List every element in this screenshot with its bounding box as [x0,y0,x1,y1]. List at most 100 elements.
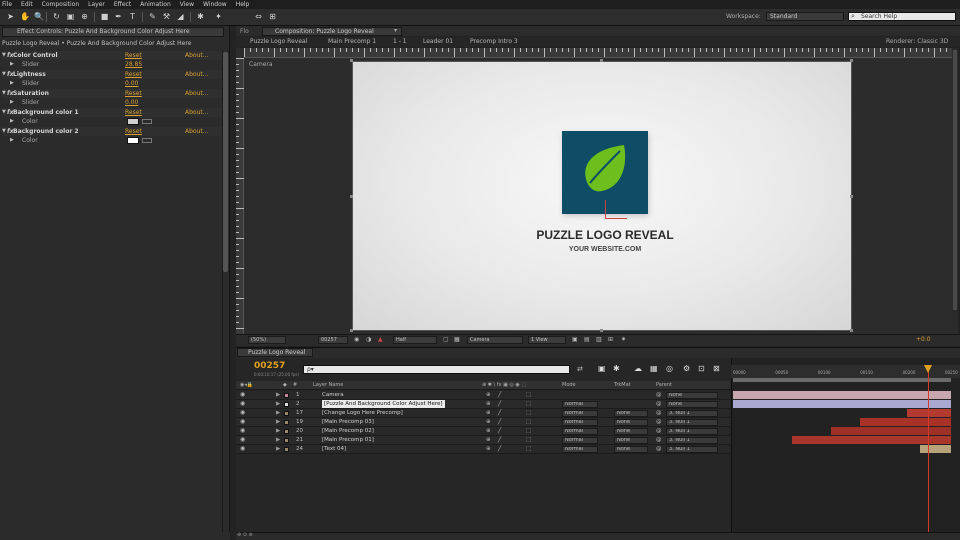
layer-duration-bar[interactable] [919,445,951,453]
blend-mode-dropdown[interactable]: Normal [562,446,598,453]
current-time-display[interactable]: 00257 [318,336,348,344]
blend-mode-dropdown[interactable]: Normal [562,401,598,408]
twirl-down-icon[interactable]: ▼ [2,127,6,136]
twirl-right-icon[interactable]: ▶ [276,427,280,435]
timeline-icon[interactable]: ▥ [596,336,602,343]
graph-editor-toggle-icon[interactable]: ⊠ [713,364,720,373]
blend-mode-dropdown[interactable]: Normal [562,428,598,435]
twirl-right-icon[interactable]: ▶ [276,418,280,426]
layer-handle[interactable] [350,329,353,332]
eye-icon[interactable]: ◉ [240,436,245,444]
quality-switch-icon[interactable]: ╱ [498,436,501,444]
composition-breadcrumb-item[interactable]: Puzzle Logo Reveal [250,38,307,46]
twirl-right-icon[interactable]: ▶ [276,409,280,417]
about-link[interactable]: About... [185,89,208,98]
about-link[interactable]: About... [185,108,208,117]
layer-name[interactable]: Camera [322,391,344,399]
color-channel-icon[interactable]: ▲ [378,336,383,343]
shy-switch-icon[interactable]: ⊕ [486,400,491,408]
layer-row[interactable]: ◉ ▶ 21 [Main Precomp 01] ⊕ ╱ ⬚ Normal None @3. Nu… [236,436,730,445]
label-swatch[interactable] [284,447,289,452]
shy-switch-icon[interactable]: ⊕ [486,409,491,417]
layer-name[interactable]: [Main Precomp 01] [322,436,374,444]
pick-whip-icon[interactable]: @ [656,445,662,453]
menu-animation[interactable]: Animation [140,1,171,8]
text-tool-icon[interactable]: T [128,12,137,21]
about-link[interactable]: About... [185,70,208,79]
track-matte-dropdown[interactable]: None [614,428,648,435]
about-link[interactable]: About... [185,51,208,60]
color-swatch[interactable] [127,137,139,144]
current-time-indicator[interactable] [928,366,929,540]
quality-switch-icon[interactable]: ╱ [498,400,501,408]
effect-row[interactable]: ▼ fx Saturation Reset About... [2,89,222,98]
viewer-scroll-thumb[interactable] [953,50,957,310]
pick-whip-icon[interactable]: @ [656,427,662,435]
track-matte-dropdown[interactable]: None [614,410,648,417]
3d-layer-switch-icon[interactable]: ⬚ [526,400,531,408]
layer-handle[interactable] [600,59,603,62]
layer-row[interactable]: ◉ ▶ 1 Camera ⊕ ╱ ⬚ @ None [236,391,730,400]
layer-handle[interactable] [850,59,853,62]
mode-header[interactable]: Mode [562,382,576,389]
shy-switch-icon[interactable]: ⊕ [486,418,491,426]
composition-breadcrumb-item[interactable]: Leader 01 [423,38,453,46]
layer-handle[interactable] [850,195,853,198]
layer-name[interactable]: [Change Logo Here Precomp] [322,409,403,417]
label-swatch[interactable] [284,420,289,425]
menu-file[interactable]: File [2,1,12,8]
parent-dropdown[interactable]: 3. Null 1 [666,419,718,426]
timeline-tab[interactable]: Puzzle Logo Reveal [237,348,313,357]
eye-icon[interactable]: ◉ [240,391,245,399]
composition-tab[interactable]: Composition: Puzzle Logo Reveal [262,27,402,36]
horizontal-ruler[interactable] [244,48,956,58]
effect-controls-scroll-thumb[interactable] [223,52,228,272]
menu-composition[interactable]: Composition [42,1,79,8]
parent-dropdown[interactable]: None [666,401,718,408]
quality-switch-icon[interactable]: ╱ [498,427,501,435]
menu-edit[interactable]: Edit [21,1,33,8]
eye-icon[interactable]: ◉ [240,427,245,435]
eye-icon[interactable]: ◉ [240,445,245,453]
menu-effect[interactable]: Effect [114,1,131,8]
region-of-interest-icon[interactable]: ▢ [443,336,449,343]
timeline-current-time[interactable]: 00257 [254,361,285,371]
clone-stamp-tool-icon[interactable]: ⚒ [162,12,171,21]
reset-link[interactable]: Reset [125,51,142,60]
color-swatch[interactable] [127,118,139,125]
menu-layer[interactable]: Layer [88,1,105,8]
layer-row[interactable]: ◉ ▶ 17 [Change Logo Here Precomp] ⊕ ╱ ⬚ Normal N… [236,409,730,418]
pan-behind-tool-icon[interactable]: ⊕ [80,12,89,21]
close-tab-icon[interactable]: ▾ [394,27,397,34]
live-update-icon[interactable]: ▣ [598,364,606,373]
shy-switch-icon[interactable]: ⊕ [486,391,491,399]
quality-switch-icon[interactable]: ╱ [498,409,501,417]
magnification-dropdown[interactable]: (50%) [248,336,286,344]
layer-name[interactable]: [Main Precomp 02] [322,427,374,435]
layer-row[interactable]: ◉ ▶ 2 [Puzzle And Background Color Adjust H… [236,400,730,409]
effect-row[interactable]: ▼ fx Background color 2 Reset About... [2,127,222,136]
shy-switch-icon[interactable]: ⊕ [486,445,491,453]
work-area-bar[interactable] [733,378,951,382]
eye-icon[interactable]: ◉ [240,418,245,426]
menu-help[interactable]: Help [236,1,250,8]
show-channel-icon[interactable]: ◑ [366,336,371,343]
selection-tool-icon[interactable]: ➤ [6,12,15,21]
effect-controls-tab[interactable]: Effect Controls: Puzzle And Background C… [2,27,224,37]
parent-header[interactable]: Parent [656,382,672,389]
eyedropper-icon[interactable] [142,119,152,124]
reset-link[interactable]: Reset [125,70,142,79]
3d-layer-switch-icon[interactable]: ⬚ [526,391,531,399]
property-value[interactable]: 0.00 [125,98,138,107]
reset-link[interactable]: Reset [125,127,142,136]
3d-layer-switch-icon[interactable]: ⬚ [526,427,531,435]
composition-breadcrumb-item[interactable]: Main Precomp 1 [328,38,376,46]
layer-name[interactable]: [Main Precomp 03] [322,418,374,426]
property-value[interactable]: 28.85 [125,60,142,69]
track-matte-dropdown[interactable]: None [614,446,648,453]
blend-mode-dropdown[interactable]: Normal [562,437,598,444]
eye-icon[interactable]: ◉ [240,400,245,408]
camera-tool-icon[interactable]: ▣ [66,12,75,21]
vertical-ruler[interactable] [236,58,244,334]
twirl-right-icon[interactable]: ▶ [10,117,14,126]
